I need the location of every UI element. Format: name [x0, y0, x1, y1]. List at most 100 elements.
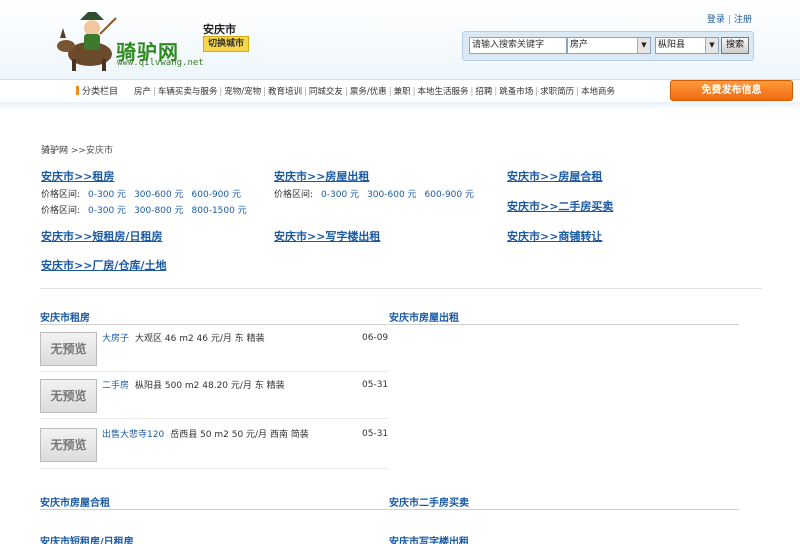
- nav-items: 房产 | 车辆买卖与服务 | 宠物/宠物 | 教育培训 | 同城交友 | 票务/优惠 | 兼职 | 本地生活…: [134, 85, 615, 97]
- page: 骑驴网 www.qilvwang.net 安庆市 切换城市 登录 | 注册 请输入搜…: [0, 0, 800, 544]
- breadcrumb-home[interactable]: 骑驴网: [41, 146, 68, 156]
- price-label: 价格区间:: [41, 190, 81, 200]
- nav-item[interactable]: 本地商务: [581, 87, 615, 97]
- nav-item[interactable]: 求职简历: [540, 87, 574, 97]
- price-row: 价格区间: 0-300 元 300-600 元 600-900 元: [274, 187, 474, 200]
- listing-date: 05-31: [362, 429, 389, 439]
- region-select-value: 枞阳县: [658, 40, 686, 50]
- section-title-duanzu[interactable]: 安庆市短租房/日租房: [40, 533, 134, 544]
- header: 骑驴网 www.qilvwang.net 安庆市 切换城市 登录 | 注册 请输入搜…: [0, 0, 800, 80]
- price-range-link[interactable]: 0-300 元: [321, 190, 359, 200]
- category-fangwu[interactable]: 安庆市>>房屋出租: [274, 168, 369, 184]
- category-changfang[interactable]: 安庆市>>厂房/仓库/土地: [41, 257, 166, 273]
- category-xiezilou[interactable]: 安庆市>>写字楼出租: [274, 228, 380, 244]
- breadcrumb-current: >>安庆市: [70, 146, 113, 156]
- separator: |: [470, 87, 474, 97]
- free-post-button[interactable]: 免费发布信息: [670, 80, 793, 101]
- separator: |: [263, 87, 267, 97]
- search-box: 请输入搜索关键字 房产 ▼ 枞阳县 ▼ 搜索: [462, 31, 754, 61]
- no-preview-thumbnail[interactable]: 无预览: [40, 379, 97, 413]
- row-divider: [40, 468, 388, 469]
- separator: |: [304, 87, 307, 97]
- listing-title[interactable]: 大房子: [102, 334, 129, 344]
- nav-item[interactable]: 同城交友: [309, 87, 343, 97]
- nav-item[interactable]: 教育培训: [268, 87, 302, 97]
- section-divider: [40, 509, 388, 510]
- section-title-xiezilou[interactable]: 安庆市写字楼出租: [389, 533, 469, 544]
- nav-item[interactable]: 跳蚤市场: [499, 87, 533, 97]
- separator: |: [344, 87, 348, 97]
- price-range-link[interactable]: 300-600 元: [134, 190, 183, 200]
- listing-title[interactable]: 二手房: [102, 381, 129, 391]
- category-hezu[interactable]: 安庆市>>房屋合租: [507, 168, 602, 184]
- separator: |: [153, 87, 156, 97]
- listing-item: 大房子 大观区 46 m2 46 元/月 东 精装: [102, 332, 322, 346]
- section-divider: [389, 324, 739, 325]
- nav-item[interactable]: 车辆买卖与服务: [158, 87, 218, 97]
- category-zufang[interactable]: 安庆市>>租房: [41, 168, 114, 184]
- listing-date: 05-31: [362, 380, 389, 390]
- listing-details: 大观区 46 m2 46 元/月 东 精装: [135, 334, 265, 344]
- divider: [40, 288, 762, 289]
- search-button[interactable]: 搜索: [721, 37, 749, 54]
- price-label: 价格区间:: [274, 190, 314, 200]
- region-select[interactable]: 枞阳县 ▼: [655, 37, 719, 54]
- separator: |: [576, 87, 580, 97]
- separator: |: [727, 15, 731, 25]
- current-city: 安庆市: [203, 23, 236, 36]
- price-range-link[interactable]: 600-900 元: [425, 190, 474, 200]
- nav-item[interactable]: 票务/优惠: [350, 87, 387, 97]
- category-ershou[interactable]: 安庆市>>二手房买卖: [507, 198, 613, 214]
- price-range-link[interactable]: 800-1500 元: [192, 206, 247, 216]
- price-label: 价格区间:: [41, 206, 81, 216]
- nav-category-text: 分类栏目: [82, 87, 119, 97]
- nav-item[interactable]: 宠物/宠物: [224, 87, 261, 97]
- no-preview-thumbnail[interactable]: 无预览: [40, 428, 97, 462]
- separator: |: [219, 87, 223, 97]
- category-duanzu[interactable]: 安庆市>>短租房/日租房: [41, 228, 162, 244]
- nav-item[interactable]: 兼职: [394, 87, 411, 97]
- price-row: 价格区间: 0-300 元 300-600 元 600-900 元: [41, 187, 241, 200]
- price-range-link[interactable]: 0-300 元: [88, 190, 126, 200]
- listing-details: 岳西县 50 m2 50 元/月 西南 简装: [170, 430, 309, 440]
- separator: |: [494, 87, 498, 97]
- listing-date: 06-09: [362, 333, 389, 343]
- chevron-down-icon: ▼: [705, 38, 718, 53]
- category-select[interactable]: 房产 ▼: [567, 37, 651, 54]
- price-range-link[interactable]: 300-800 元: [134, 206, 183, 216]
- price-range-link[interactable]: 0-300 元: [88, 206, 126, 216]
- register-link[interactable]: 注册: [734, 15, 752, 25]
- breadcrumb: 骑驴网 >>安庆市: [41, 143, 113, 156]
- category-nav: 分类栏目 房产 | 车辆买卖与服务 | 宠物/宠物 | 教育培训 | 同城交友 | 票务/优惠 | 兼职…: [0, 79, 800, 103]
- no-preview-thumbnail[interactable]: 无预览: [40, 332, 97, 366]
- listing-item: 二手房 枞阳县 500 m2 48.20 元/月 东 精装: [102, 379, 322, 393]
- nav-item[interactable]: 本地生活服务: [417, 87, 468, 97]
- header-band: [0, 102, 800, 110]
- nav-category-label: 分类栏目: [76, 84, 118, 97]
- section-divider: [40, 324, 388, 325]
- switch-city-button[interactable]: 切换城市: [203, 36, 250, 52]
- section-title-ershou[interactable]: 安庆市二手房买卖: [389, 494, 469, 509]
- listing-title[interactable]: 出售大悲寺120: [102, 430, 164, 440]
- row-divider: [40, 418, 388, 419]
- login-link[interactable]: 登录: [707, 15, 725, 25]
- price-range-link[interactable]: 600-900 元: [192, 190, 241, 200]
- logo-url: www.qilvwang.net: [117, 58, 204, 68]
- separator: |: [535, 87, 539, 97]
- category-select-value: 房产: [570, 40, 589, 50]
- top-links: 登录 | 注册: [707, 12, 752, 25]
- listing-details: 枞阳县 500 m2 48.20 元/月 东 精装: [135, 381, 285, 391]
- category-shangpu[interactable]: 安庆市>>商铺转让: [507, 228, 602, 244]
- price-row: 价格区间: 0-300 元 300-800 元 800-1500 元: [41, 203, 247, 216]
- nav-item[interactable]: 房产: [134, 87, 151, 97]
- search-input[interactable]: 请输入搜索关键字: [469, 37, 567, 54]
- chevron-down-icon: ▼: [637, 38, 650, 53]
- nav-item[interactable]: 招聘: [475, 87, 492, 97]
- section-title-zufang[interactable]: 安庆市租房: [40, 309, 90, 324]
- section-title-hezu[interactable]: 安庆市房屋合租: [40, 494, 110, 509]
- bar-icon: [76, 86, 79, 95]
- price-range-link[interactable]: 300-600 元: [367, 190, 416, 200]
- separator: |: [388, 87, 392, 97]
- separator: |: [412, 87, 416, 97]
- section-title-fangwu[interactable]: 安庆市房屋出租: [389, 309, 459, 324]
